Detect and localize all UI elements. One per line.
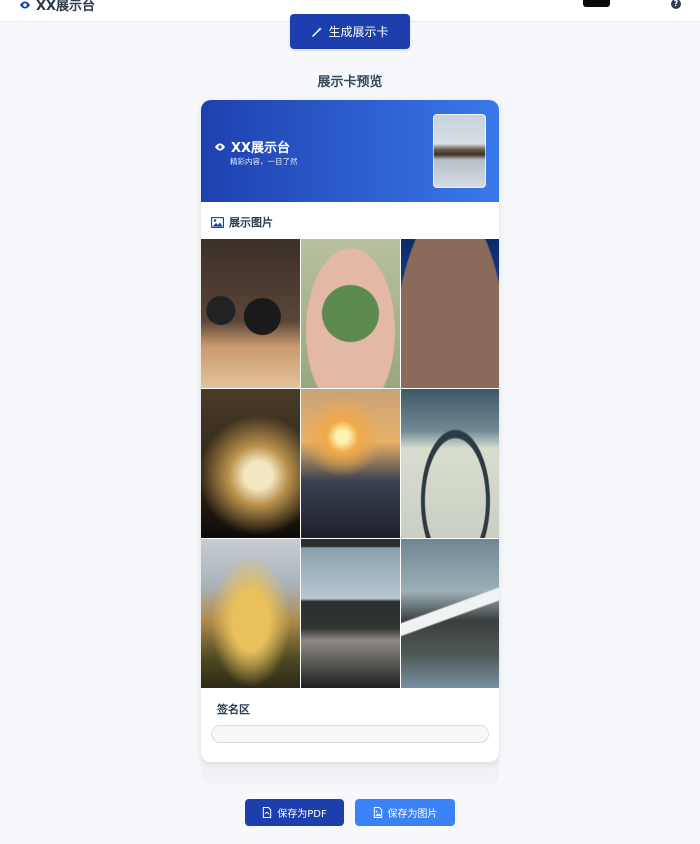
- gallery-image-plant[interactable]: [301, 239, 400, 388]
- signature-input[interactable]: [211, 725, 489, 743]
- gallery-image-sunset[interactable]: [301, 389, 400, 538]
- help-icon[interactable]: ?: [671, 0, 681, 9]
- eye-icon: [20, 1, 30, 8]
- gallery-image-camera[interactable]: [201, 239, 300, 388]
- image-icon: [211, 216, 224, 228]
- card-logo-thumbnail[interactable]: [433, 114, 486, 188]
- gallery-image-star-trails[interactable]: [401, 239, 499, 388]
- card-title: XX展示台: [214, 137, 290, 156]
- gallery-image-concert[interactable]: [201, 389, 300, 538]
- gallery-heading: 展示图片: [211, 214, 273, 230]
- magic-wand-icon: [312, 26, 323, 37]
- save-pdf-button[interactable]: 保存为PDF: [245, 799, 344, 826]
- signature-label: 签名区: [217, 703, 250, 716]
- profile-chip[interactable]: [583, 0, 610, 7]
- brand-title: XX展示台: [36, 0, 96, 14]
- save-pdf-label: 保存为PDF: [277, 809, 327, 820]
- gallery-image-boat[interactable]: [201, 539, 300, 688]
- brand[interactable]: XX展示台: [19, 0, 95, 14]
- display-card: XX展示台 精彩内容，一目了然 展示图片 签名区: [201, 100, 499, 762]
- card-subtitle: 精彩内容，一目了然: [230, 157, 298, 166]
- eye-icon: [215, 143, 225, 150]
- pdf-file-icon: [263, 807, 272, 818]
- generate-card-label: 生成展示卡: [328, 25, 389, 39]
- gallery-image-window[interactable]: [301, 539, 400, 688]
- card-title-text: XX展示台: [231, 141, 291, 156]
- image-file-icon: [373, 807, 382, 818]
- save-image-button[interactable]: 保存为图片: [355, 799, 455, 826]
- gallery-image-mountain[interactable]: [401, 539, 499, 688]
- gallery-image-map[interactable]: [401, 389, 499, 538]
- gallery-label: 展示图片: [229, 216, 273, 229]
- save-image-label: 保存为图片: [387, 809, 438, 820]
- card-header: XX展示台 精彩内容，一目了然: [201, 100, 499, 202]
- preview-title: 展示卡预览: [317, 75, 383, 90]
- image-gallery: [201, 239, 499, 688]
- generate-card-button[interactable]: 生成展示卡: [290, 14, 410, 49]
